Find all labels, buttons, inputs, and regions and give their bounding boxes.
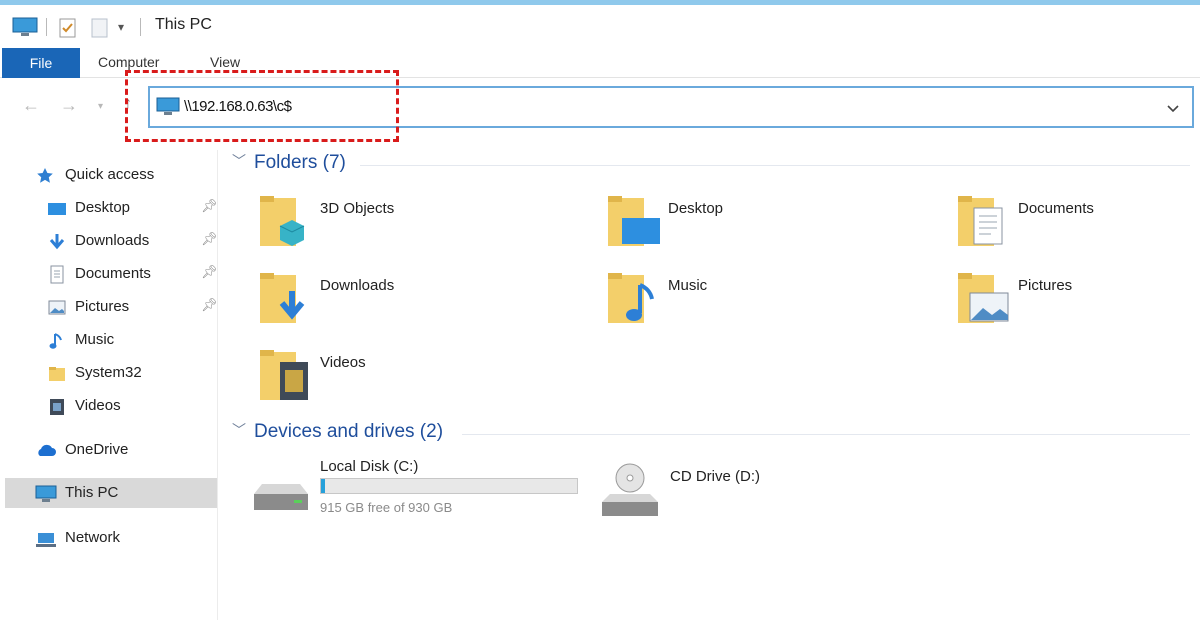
forward-arrow-icon[interactable]: → [60, 95, 78, 116]
folder-videos[interactable]: Videos [258, 348, 598, 420]
recent-locations-icon[interactable]: ▾ [98, 101, 103, 112]
folder-label: Pictures [1018, 277, 1073, 294]
music-icon [47, 331, 67, 351]
folder-label: 3D Objects [320, 200, 395, 217]
sidebar-item-network[interactable]: Network [5, 523, 217, 553]
tab-computer[interactable]: Computer [98, 54, 159, 70]
new-folder-icon[interactable] [90, 17, 110, 44]
sidebar-item-label: OneDrive [65, 441, 129, 458]
folder-label: Desktop [668, 200, 724, 217]
downloads-icon [47, 232, 67, 252]
cd-drive-icon [598, 458, 662, 525]
videos-folder-icon [258, 348, 314, 408]
tab-view[interactable]: View [210, 54, 240, 70]
group-divider [360, 165, 1190, 166]
drive-label: Local Disk (C:) [320, 458, 419, 475]
annotation-highlight-box [125, 70, 399, 142]
window-title: This PC [155, 16, 212, 33]
drive-free-space: 915 GB free of 930 GB [320, 500, 453, 515]
sidebar-item-quick-access[interactable]: Quick access [5, 160, 217, 190]
pictures-icon [47, 298, 67, 318]
devices-group-header[interactable]: ﹀ Devices and drives (2) [232, 421, 443, 443]
sidebar-item-label: Downloads [75, 232, 150, 249]
sidebar-item-label: This PC [65, 484, 119, 501]
sidebar-item-label: Network [65, 529, 121, 546]
videos-icon [47, 397, 67, 417]
pictures-folder-icon [956, 271, 1012, 331]
navigation-pane: Quick access Desktop 📌︎ Downloads 📌︎ Doc… [0, 150, 218, 620]
title-bar: ▾ This PC [0, 5, 1200, 45]
star-icon [35, 166, 55, 186]
downloads-folder-icon [258, 271, 314, 331]
sidebar-item-label: Desktop [75, 199, 131, 216]
drive-usage-fill [321, 479, 326, 493]
music-folder-icon [606, 271, 662, 331]
pin-icon[interactable]: 📌︎ [201, 264, 218, 280]
3d-objects-icon [258, 194, 314, 254]
network-icon [35, 529, 56, 549]
folder-downloads[interactable]: Downloads [258, 271, 598, 343]
chevron-down-icon[interactable]: ﹀ [232, 151, 246, 171]
folder-documents[interactable]: Documents [956, 194, 1200, 266]
sidebar-item-desktop[interactable]: Desktop 📌︎ [5, 193, 218, 223]
sidebar-item-downloads[interactable]: Downloads 📌︎ [5, 226, 218, 256]
drive-label: CD Drive (D:) [670, 468, 760, 485]
folder-pictures[interactable]: Pictures [956, 271, 1200, 343]
drive-local-disk-c[interactable]: Local Disk (C:) 915 GB free of 930 GB [250, 458, 590, 528]
folder-label: Downloads [320, 277, 395, 294]
sidebar-item-label: Videos [75, 397, 121, 414]
customize-toolbar-icon[interactable]: ▾ [118, 20, 124, 34]
pin-icon[interactable]: 📌︎ [201, 297, 218, 313]
desktop-folder-icon [606, 194, 662, 254]
hard-drive-icon [250, 468, 312, 523]
properties-icon[interactable] [58, 17, 78, 44]
sidebar-item-label: Pictures [75, 298, 130, 315]
folder-label: Music [668, 277, 708, 294]
this-pc-icon [35, 484, 57, 504]
sidebar-item-documents[interactable]: Documents 📌︎ [5, 259, 218, 289]
chevron-down-icon[interactable]: ﹀ [232, 420, 246, 440]
folder-desktop[interactable]: Desktop [606, 194, 946, 266]
sidebar-item-videos[interactable]: Videos [5, 391, 217, 421]
devices-group-title: Devices and drives (2) [254, 421, 444, 442]
chevron-down-icon[interactable] [1166, 101, 1180, 119]
back-arrow-icon[interactable]: ← [22, 95, 40, 116]
sidebar-item-system32[interactable]: System32 [5, 358, 217, 388]
folder-3d-objects[interactable]: 3D Objects [258, 194, 598, 266]
desktop-icon [47, 199, 67, 219]
sidebar-item-label: Music [75, 331, 115, 348]
group-divider [462, 434, 1190, 435]
drive-cd-d[interactable]: CD Drive (D:) [598, 458, 898, 528]
pin-icon[interactable]: 📌︎ [201, 231, 218, 247]
sidebar-item-label: Quick access [65, 166, 155, 183]
documents-icon [47, 265, 67, 285]
sidebar-item-label: Documents [75, 265, 151, 282]
folder-music[interactable]: Music [606, 271, 946, 343]
documents-folder-icon [956, 194, 1012, 254]
folders-group-title: Folders (7) [254, 152, 346, 173]
sidebar-item-onedrive[interactable]: OneDrive [5, 435, 217, 465]
sidebar-item-label: System32 [75, 364, 142, 381]
folders-group-header[interactable]: ﹀ Folders (7) [232, 152, 346, 174]
pin-icon[interactable]: 📌︎ [201, 198, 218, 214]
folder-icon [47, 364, 67, 384]
cloud-icon [35, 441, 56, 461]
drive-usage-bar [320, 478, 578, 494]
tab-file[interactable]: File [2, 48, 80, 78]
sidebar-item-pictures[interactable]: Pictures 📌︎ [5, 292, 218, 322]
sidebar-item-this-pc[interactable]: This PC [5, 478, 217, 508]
sidebar-item-music[interactable]: Music [5, 325, 217, 355]
folder-label: Documents [1018, 200, 1094, 217]
this-pc-icon [12, 17, 38, 42]
folder-label: Videos [320, 354, 366, 371]
